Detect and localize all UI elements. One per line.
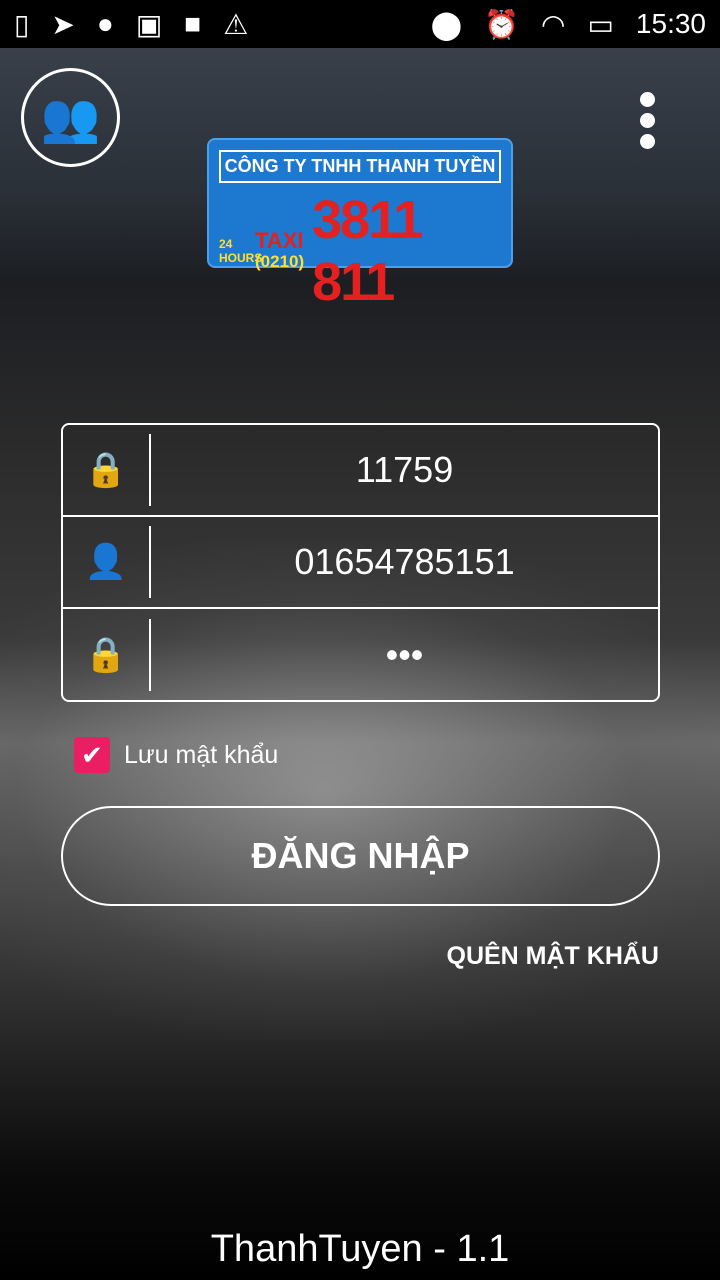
- remember-password-checkbox[interactable]: ✔ Lưu mật khẩu: [74, 737, 278, 773]
- lock-icon: 🔒: [63, 434, 151, 506]
- image-icon: ▣: [135, 8, 163, 40]
- sim-alert-icon: ▯: [14, 8, 30, 40]
- app-version: ThanhTuyen - 1.1: [210, 1228, 510, 1270]
- phone-input[interactable]: 01654785151: [151, 541, 658, 583]
- square-icon: ■: [184, 8, 202, 39]
- logo-area-code: (0210): [255, 252, 305, 271]
- circle-icon: ●: [96, 8, 114, 39]
- logo-phone: 3811 811: [312, 190, 423, 312]
- logo-company: CÔNG TY TNHH THANH TUYỀN: [219, 150, 501, 183]
- alarm-icon: ⏰: [484, 8, 520, 40]
- warning-icon: ⚠: [223, 8, 249, 40]
- code-input[interactable]: 11759: [151, 449, 658, 491]
- account-settings-button[interactable]: 👥: [21, 68, 120, 167]
- check-icon: ✔: [74, 737, 110, 773]
- user-gear-icon: 👥: [40, 92, 101, 145]
- login-button[interactable]: ĐĂNG NHẬP: [61, 806, 660, 906]
- overflow-menu-button[interactable]: [640, 92, 660, 155]
- logo-hours: 24 HOURS: [219, 237, 263, 265]
- clock: 15:30: [635, 8, 706, 39]
- location-icon: ⬤: [430, 8, 463, 40]
- logo-taxi: TAXI: [255, 228, 304, 253]
- status-bar: ▯ ➤ ● ▣ ■ ⚠ ⬤ ⏰ ◠ ▭ 15:30: [0, 0, 720, 48]
- send-icon: ➤: [51, 8, 75, 40]
- remember-label: Lưu mật khẩu: [124, 740, 279, 769]
- user-icon: 👤: [63, 526, 151, 598]
- battery-charging-icon: ▭: [587, 8, 614, 40]
- login-form: 🔒 11759 👤 01654785151 🔒 •••: [61, 423, 660, 702]
- company-logo: CÔNG TY TNHH THANH TUYỀN 24 HOURS TAXI (0…: [207, 138, 513, 312]
- password-input[interactable]: •••: [151, 634, 658, 676]
- lock-icon: 🔒: [63, 619, 151, 691]
- wifi-icon: ◠: [541, 8, 566, 40]
- forgot-password-link[interactable]: QUÊN MẬT KHẨU: [447, 942, 660, 971]
